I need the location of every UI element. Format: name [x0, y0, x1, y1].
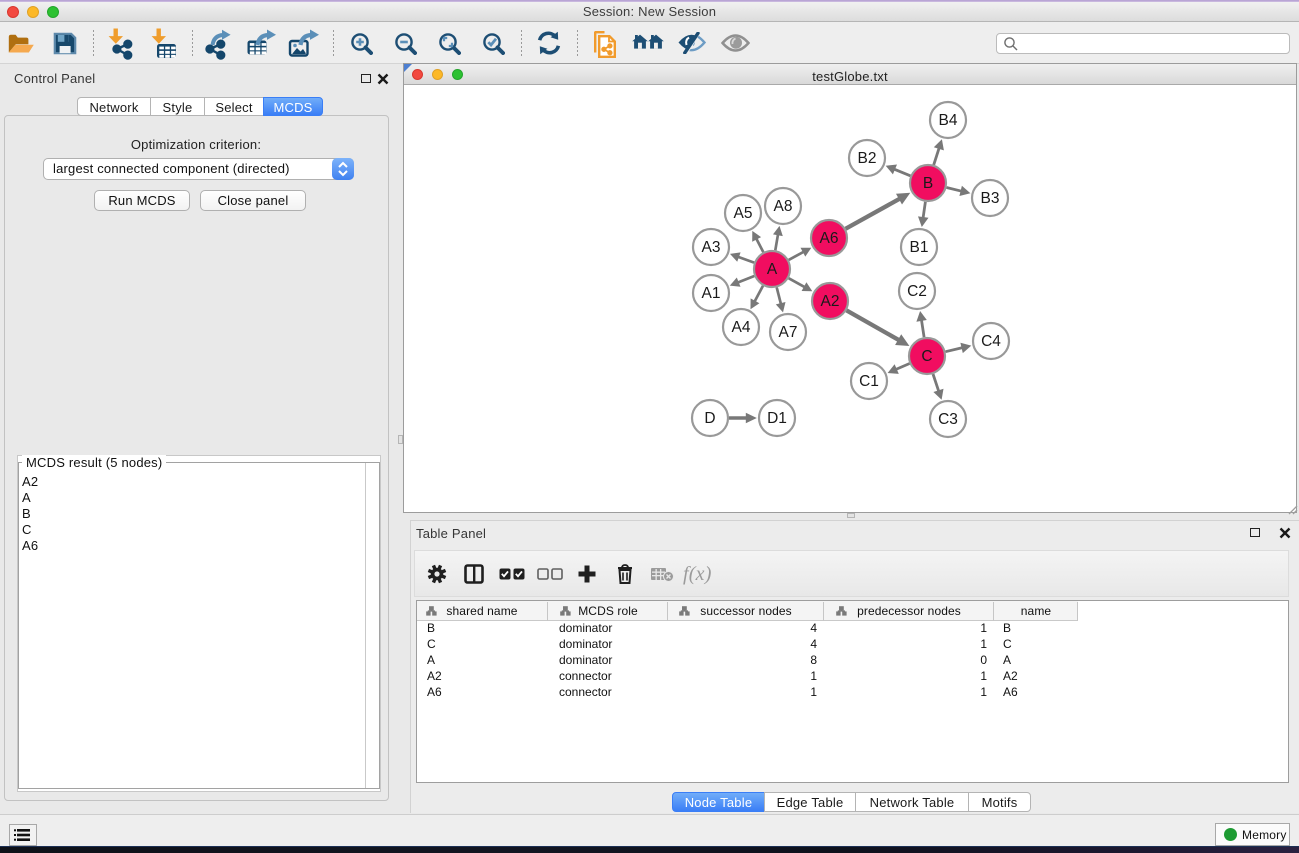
- svg-text:A1: A1: [702, 285, 721, 302]
- svg-text:D: D: [704, 410, 715, 427]
- svg-text:A4: A4: [732, 319, 751, 336]
- svg-text:A6: A6: [820, 230, 839, 247]
- svg-text:C: C: [921, 348, 932, 365]
- svg-text:C1: C1: [859, 373, 879, 390]
- svg-text:B1: B1: [910, 239, 929, 256]
- svg-text:A8: A8: [774, 198, 793, 215]
- svg-text:B3: B3: [981, 190, 1000, 207]
- svg-text:A2: A2: [821, 293, 840, 310]
- svg-text:C4: C4: [981, 333, 1001, 350]
- svg-text:C3: C3: [938, 411, 958, 428]
- svg-text:D1: D1: [767, 410, 787, 427]
- svg-text:A7: A7: [779, 324, 798, 341]
- svg-text:B: B: [923, 175, 933, 192]
- svg-text:C2: C2: [907, 283, 927, 300]
- svg-text:B2: B2: [858, 150, 877, 167]
- svg-text:A5: A5: [734, 205, 753, 222]
- svg-text:B4: B4: [939, 112, 958, 129]
- svg-text:A3: A3: [702, 239, 721, 256]
- svg-text:A: A: [767, 261, 778, 278]
